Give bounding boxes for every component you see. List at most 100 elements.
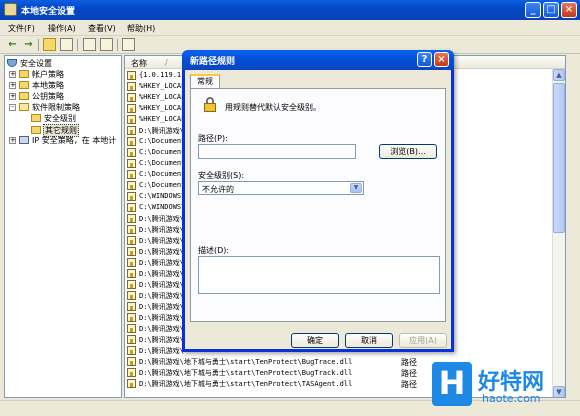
tree-item-additional-rules[interactable]: 其它规则 (31, 124, 79, 137)
rule-name: C:\Document (139, 137, 186, 145)
rule-name: D:\腾讯游戏\ (139, 325, 184, 333)
tree-item-ip-security[interactable]: IP 安全策略，在 本地计 (19, 135, 117, 146)
tree-item-software-restriction[interactable]: 软件限制策略 (19, 102, 81, 113)
menu-bar: 文件(F) 操作(A) 查看(V) 帮助(H) (0, 20, 580, 36)
column-name[interactable]: 名称 (131, 58, 147, 69)
rule-name: C:\Document (139, 148, 186, 156)
ok-button[interactable]: 确定 (291, 333, 339, 348)
tree-root[interactable]: 安全设置 (7, 58, 53, 69)
expander-ip-security[interactable]: + (9, 137, 16, 144)
rule-name: C:\WINDOWS\ (139, 203, 186, 211)
path-rule-icon (127, 357, 136, 366)
rule-name: %HKEY_LOCAL (139, 82, 186, 90)
menu-action[interactable]: 操作(A) (48, 23, 76, 34)
scroll-up-button[interactable]: ▲ (553, 69, 565, 81)
path-rule-icon (127, 137, 136, 146)
dialog-description: 用规则替代默认安全级别。 (225, 103, 321, 112)
expander-software-restriction[interactable]: - (9, 104, 16, 111)
path-rule-icon (127, 258, 136, 267)
rule-name: %HKEY_LOCAL (139, 104, 186, 112)
path-rule-icon (127, 269, 136, 278)
expander-public-key-policy[interactable]: + (9, 93, 16, 100)
new-path-rule-dialog: 新路径规则 ? × 常规 用规则替代默认安全级别。 路径(P): 浏览(B)..… (182, 50, 454, 352)
rule-name: {1.0.119.1 (139, 71, 182, 79)
folder-icon (19, 92, 29, 100)
path-rule-icon (127, 203, 136, 212)
description-textarea[interactable] (198, 256, 440, 294)
expander-local-policy[interactable]: + (9, 82, 16, 89)
path-label: 路径(P): (198, 134, 228, 143)
rule-name: C:\Document (139, 159, 186, 167)
dialog-title: 新路径规则 (190, 57, 236, 67)
help-icon[interactable] (122, 38, 135, 51)
menu-file[interactable]: 文件(F) (8, 23, 35, 34)
rule-name: %HKEY_LOCAL (139, 115, 186, 123)
dialog-help-button[interactable]: ? (417, 52, 432, 67)
rule-name: D:\腾讯游戏\ (139, 303, 184, 311)
rule-name: C:\Document (139, 181, 186, 189)
sort-arrow-icon: / (165, 58, 168, 67)
dialog-titlebar[interactable]: 新路径规则 ? × (182, 50, 454, 70)
path-rule-icon (127, 313, 136, 322)
folder-icon (31, 114, 41, 122)
tree-item-security-levels[interactable]: 安全级别 (31, 113, 77, 124)
watermark: H 好特网 haote.com (432, 362, 578, 414)
security-level-value: 不允许的 (202, 185, 234, 194)
folder-icon (31, 126, 41, 134)
back-icon[interactable]: ← (6, 38, 19, 51)
path-rule-icon (127, 379, 136, 388)
rule-name: %HKEY_LOCAL (139, 93, 186, 101)
rule-type: 路径 (401, 380, 417, 389)
close-button[interactable]: × (561, 2, 577, 18)
security-level-select[interactable]: 不允许的 ▼ (198, 181, 364, 195)
browse-button[interactable]: 浏览(B)... (379, 144, 437, 159)
minimize-button[interactable]: _ (525, 2, 541, 18)
rule-name: D:\腾讯游戏\ (139, 248, 184, 256)
path-rule-icon (127, 214, 136, 223)
path-rule-icon (127, 170, 136, 179)
cancel-button[interactable]: 取消 (345, 333, 393, 348)
show-tree-icon[interactable] (60, 38, 73, 51)
rule-name: D:\腾讯游戏\ (139, 226, 184, 234)
toolbar-separator (77, 39, 78, 51)
rule-name: D:\腾讯游戏\地下城与勇士\start\TenProtect\BugTrack… (139, 369, 353, 377)
path-rule-icon (127, 71, 136, 80)
rule-name: D:\腾讯游戏\ (139, 314, 184, 322)
path-rule-icon (127, 302, 136, 311)
tree-item-account-policy[interactable]: 帐户策略 (19, 69, 65, 80)
tree-item-local-policy[interactable]: 本地策略 (19, 80, 65, 91)
rule-name: D:\腾讯游戏\ (139, 292, 184, 300)
maximize-button[interactable]: □ (543, 2, 559, 18)
menu-view[interactable]: 查看(V) (88, 23, 116, 34)
path-rule-icon (127, 236, 136, 245)
list-scrollbar[interactable]: ▲ ▼ (552, 69, 565, 397)
rule-name: D:\腾讯游戏\ (139, 127, 184, 135)
tab-general[interactable]: 常规 (190, 74, 220, 89)
export-list-icon[interactable] (100, 38, 113, 51)
chevron-down-icon[interactable]: ▼ (350, 183, 362, 193)
rule-name: D:\腾讯游戏\ (139, 336, 184, 344)
rule-name: D:\腾讯游戏\ (139, 215, 184, 223)
up-folder-icon[interactable] (43, 38, 56, 51)
security-level-label: 安全级别(S): (198, 171, 245, 180)
path-input[interactable] (198, 144, 356, 159)
properties-icon[interactable] (83, 38, 96, 51)
expander-account-policy[interactable]: + (9, 71, 16, 78)
dialog-close-button[interactable]: × (434, 52, 449, 67)
path-rule-icon (127, 181, 136, 190)
path-rule-icon (127, 82, 136, 91)
scroll-thumb[interactable] (553, 83, 565, 233)
menu-help[interactable]: 帮助(H) (127, 23, 155, 34)
path-rule-icon (127, 368, 136, 377)
forward-icon[interactable]: → (22, 38, 35, 51)
toolbar-separator (117, 39, 118, 51)
rule-name: D:\腾讯游戏\ (139, 259, 184, 267)
rule-name: D:\腾讯游戏\ (139, 270, 184, 278)
tree-item-public-key-policy[interactable]: 公钥策略 (19, 91, 65, 102)
toolbar-separator (38, 39, 39, 51)
tree-pane[interactable]: 安全设置 + 帐户策略 + 本地策略 + 公钥策略 - 软件限制策略 安全级别 … (4, 55, 122, 398)
rule-name: C:\Document (139, 170, 186, 178)
path-rule-icon (127, 104, 136, 113)
path-rule-icon (127, 280, 136, 289)
main-titlebar[interactable]: 本地安全设置 _ □ × (0, 0, 580, 20)
